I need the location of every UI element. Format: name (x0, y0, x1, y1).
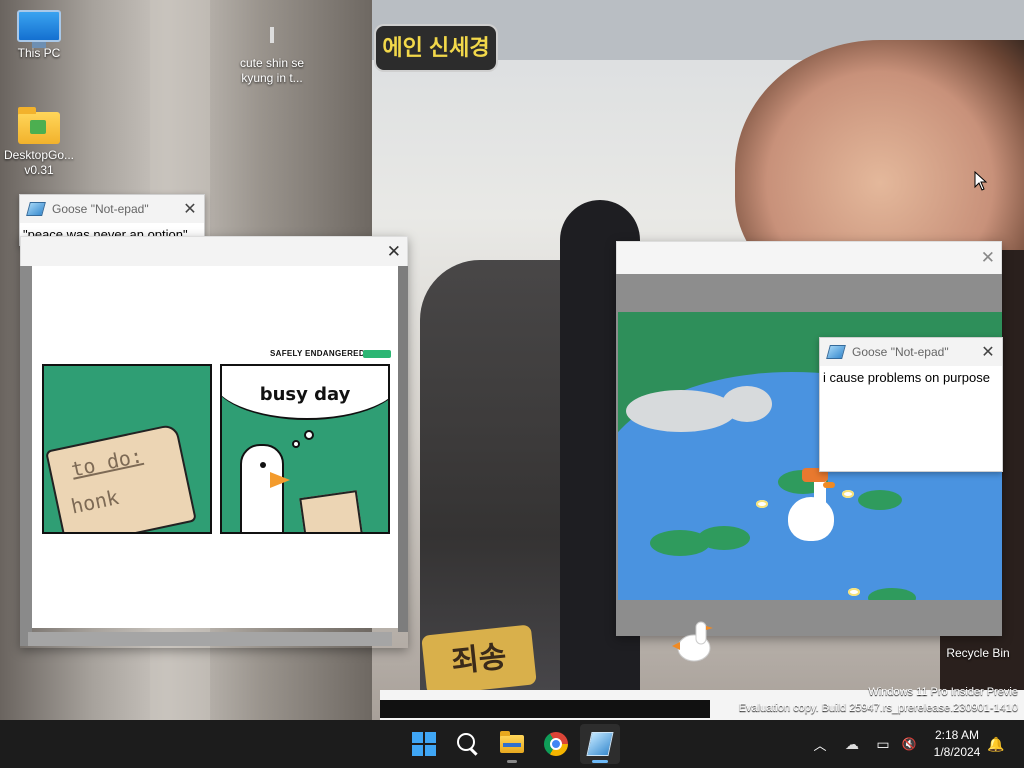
network-icon[interactable]: ▭ (872, 720, 894, 768)
start-button[interactable] (404, 724, 444, 764)
water-lily (842, 490, 854, 498)
taskbar: ︿ ☁ ▭ 🔇 2:18 AM 1/8/2024 🔔 (0, 720, 1024, 768)
game-goose-beak (823, 482, 835, 488)
lily-pad (858, 490, 902, 510)
watermark-build: Evaluation copy. Build 25947.rs_prerelea… (738, 702, 1018, 714)
meme-window-border-right (398, 266, 408, 632)
close-icon[interactable]: ✕ (981, 248, 995, 268)
close-icon[interactable]: ✕ (176, 199, 204, 219)
search-button[interactable] (448, 724, 488, 764)
desktop-icon-recycle-bin[interactable]: Recycle Bin (938, 646, 1018, 660)
notepad-titlebar[interactable]: Goose "Not-epad" ✕ (820, 338, 1002, 366)
notepad-title: Goose "Not-epad" (852, 345, 949, 359)
meme-window-border-bottom (28, 632, 392, 646)
chrome-icon (544, 732, 568, 756)
desktop-icon-label: DesktopGo... v0.31 (3, 148, 75, 177)
comic-panel-2: busy day (220, 364, 390, 534)
wallpaper-caption-dark (380, 700, 710, 718)
water-lily (848, 588, 860, 596)
monitor-icon (17, 10, 61, 48)
desktop-icon-label: cute shin se kyung in t... (239, 56, 305, 85)
folder-icon (500, 731, 524, 753)
close-icon[interactable]: ✕ (387, 242, 401, 262)
onedrive-icon[interactable]: ☁ (840, 720, 864, 768)
rock (626, 390, 736, 432)
windows-logo-icon (412, 732, 436, 756)
game-goose (788, 497, 834, 541)
lily-pad (698, 526, 750, 550)
goose-paper (299, 490, 363, 532)
clock-time: 2:18 AM (934, 728, 980, 742)
notepad-icon (826, 345, 846, 359)
taskbar-clock[interactable]: 2:18 AM 1/8/2024 (922, 727, 992, 761)
taskbar-chrome[interactable] (536, 724, 576, 764)
active-indicator (592, 760, 608, 763)
desktop-goose-icon[interactable] (670, 618, 714, 664)
goose-illustration (240, 444, 284, 532)
meme-image: SAFELY ENDANGERED to do: honk busy day (32, 266, 398, 628)
desktop-icon-image-file[interactable]: cute shin se kyung in t... (234, 27, 310, 86)
meme-credit-tag (363, 350, 391, 358)
notepad-text[interactable]: i cause problems on purpose (820, 366, 1002, 389)
show-hidden-icons-button[interactable]: ︿ (808, 720, 832, 768)
running-indicator (507, 760, 517, 763)
goose-beak (270, 472, 290, 488)
wallpaper-bottom-sign: 죄송 (421, 624, 537, 696)
water-lily (756, 500, 768, 508)
notepad-titlebar[interactable]: Goose "Not-epad" ✕ (20, 195, 204, 223)
goose-notepad-window-2[interactable]: Goose "Not-epad" ✕ i cause problems on p… (819, 337, 1003, 472)
game-window-titlebar[interactable]: ✕ (616, 241, 1002, 275)
desktop-icon-label: This PC (17, 46, 61, 60)
meme-window-titlebar[interactable]: ✕ (20, 236, 408, 268)
meme-credit: SAFELY ENDANGERED (270, 349, 365, 358)
search-icon (457, 733, 475, 751)
watermark-edition: Windows 11 Pro Insider Previe (868, 686, 1018, 698)
clock-date: 1/8/2024 (933, 745, 981, 759)
notepad-title: Goose "Not-epad" (52, 202, 149, 216)
todo-scroll: to do: honk (45, 423, 197, 532)
notepad-icon (26, 202, 46, 216)
notification-bell-icon[interactable]: 🔔 (986, 720, 1006, 768)
desktop-icon-this-pc[interactable]: This PC (1, 10, 77, 61)
image-thumbnail-icon (249, 27, 295, 52)
notepad-icon (586, 732, 614, 756)
close-icon[interactable]: ✕ (974, 342, 1002, 362)
thought-caption-text: busy day (259, 384, 351, 405)
rock (722, 386, 772, 422)
wallpaper-top-sign: 에인 신세경 (374, 24, 498, 72)
scroll-text-title: to do: (69, 443, 145, 482)
goose-eye (260, 462, 266, 468)
comic-panel-1: to do: honk (42, 364, 212, 534)
taskbar-notepad[interactable] (580, 724, 620, 764)
volume-muted-icon[interactable]: 🔇 (898, 720, 920, 768)
mouse-cursor-icon (974, 171, 988, 191)
thought-dot-small (304, 430, 314, 440)
desktop-icon-desktopgoose[interactable]: DesktopGo... v0.31 (1, 107, 77, 178)
folder-icon (18, 107, 60, 144)
thought-dot-tiny (292, 440, 300, 448)
scroll-text-body: honk (68, 485, 121, 519)
taskbar-file-explorer[interactable] (492, 724, 532, 764)
meme-window-border-left (20, 266, 32, 646)
